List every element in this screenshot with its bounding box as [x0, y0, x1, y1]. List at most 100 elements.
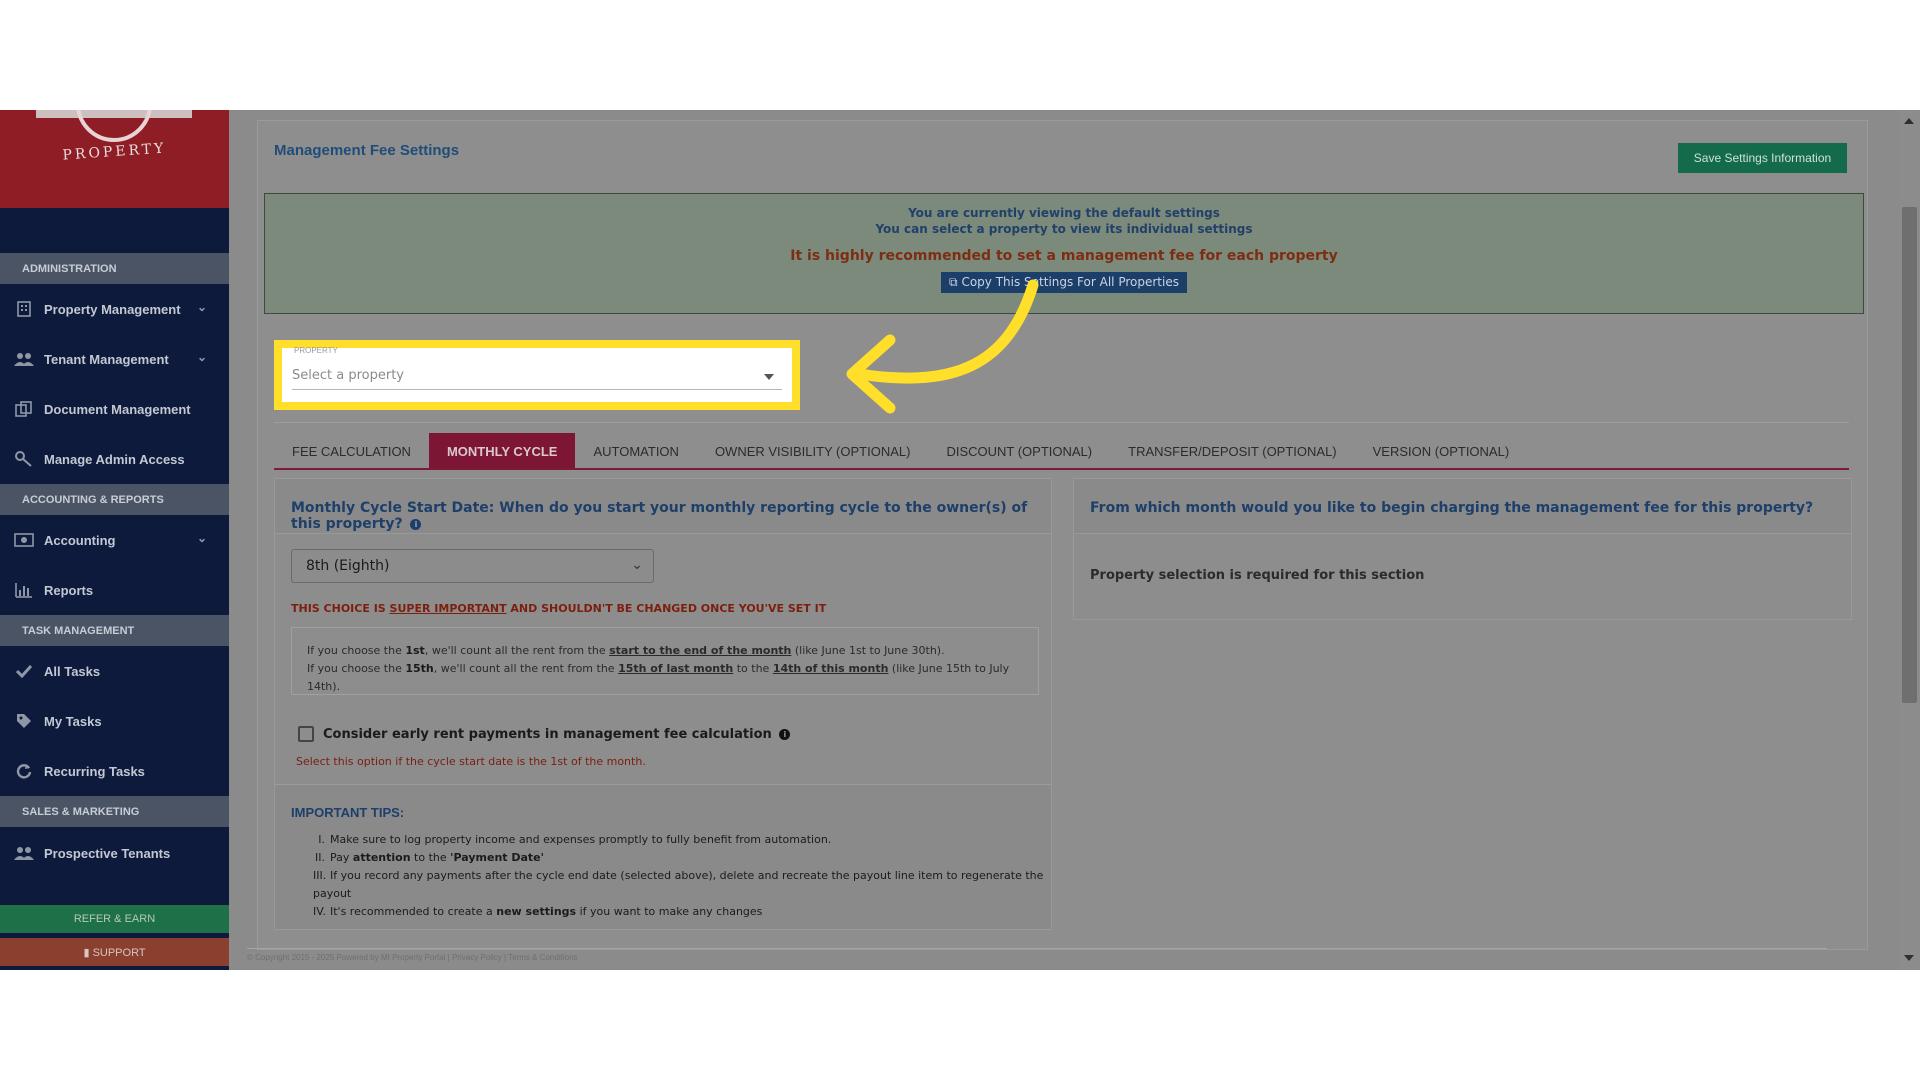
section-accounting-reports: ACCOUNTING & REPORTS [0, 484, 229, 515]
property-select-highlight: PROPERTY Select a property [274, 340, 800, 410]
notice-recommendation: It is highly recommended to set a manage… [790, 248, 1338, 264]
tip-text: if you want to make any changes [576, 905, 763, 918]
refresh-icon [14, 762, 34, 780]
tab-discount[interactable]: DISCOUNT (OPTIONAL) [928, 433, 1110, 468]
explanation-line-2: If you choose the 15th, we'll count all … [307, 660, 1038, 696]
early-payments-option: Consider early rent payments in manageme… [298, 726, 791, 742]
tab-transfer-deposit[interactable]: TRANSFER/DEPOSIT (OPTIONAL) [1110, 433, 1355, 468]
text-bold: 15th [405, 662, 434, 675]
text-bold: 1st [405, 644, 425, 657]
sidebar-item-label: Tenant Management [44, 351, 169, 367]
sidebar-item-manage-admin-access[interactable]: Manage Admin Access [0, 434, 229, 484]
tab-monthly-cycle[interactable]: MONTHLY CYCLE [428, 433, 576, 468]
property-select-container: PROPERTY Select a property [282, 346, 792, 402]
scroll-down-arrow-icon[interactable] [1904, 955, 1914, 961]
users-icon [14, 844, 34, 862]
cycle-start-select[interactable]: 8th (Eighth) ⌄ [291, 549, 654, 583]
tab-fee-calculation[interactable]: FEE CALCULATION [274, 433, 429, 468]
sidebar-item-label: Property Management [44, 301, 181, 317]
sidebar-item-label: Reports [44, 582, 94, 598]
check-icon [14, 662, 34, 680]
tip-number: I. [318, 833, 325, 846]
property-select-placeholder: Select a property [292, 368, 404, 383]
scroll-thumb[interactable] [1902, 207, 1917, 703]
tag-icon [14, 712, 34, 730]
monthly-cycle-question-text: Monthly Cycle Start Date: When do you st… [291, 500, 1028, 532]
tip-number: III. [313, 869, 327, 882]
page-title: Management Fee Settings [274, 142, 460, 159]
tip-text-bold: attention [352, 851, 411, 864]
sidebar: PROPERTY ADMINISTRATION Property Managem… [0, 110, 229, 970]
info-icon[interactable]: i [410, 518, 422, 530]
tips-list: I. Make sure to log property income and e… [313, 831, 1051, 921]
app-window: PROPERTY ADMINISTRATION Property Managem… [0, 110, 1920, 970]
sidebar-item-all-tasks[interactable]: All Tasks [0, 646, 229, 696]
tip-text-bold: 'Payment Date' [450, 851, 545, 864]
chevron-down-icon: ⌄ [196, 350, 207, 364]
early-payments-checkbox[interactable] [298, 726, 314, 742]
tab-automation[interactable]: AUTOMATION [575, 433, 696, 468]
property-select-label: PROPERTY [294, 346, 338, 355]
footer-divider [247, 948, 1827, 949]
refer-and-earn-button[interactable]: REFER & EARN [0, 905, 229, 933]
monthly-cycle-card: Monthly Cycle Start Date: When do you st… [274, 478, 1052, 930]
sidebar-item-property-management[interactable]: Property Management ⌄ [0, 284, 229, 334]
tip-item: IV. It's recommended to create a new sett… [313, 903, 1051, 921]
caret-down-icon [764, 374, 774, 380]
text-underlined: 15th of last month [618, 662, 734, 675]
sidebar-item-my-tasks[interactable]: My Tasks [0, 696, 229, 746]
section-task-management: TASK MANAGEMENT [0, 615, 229, 646]
bar-chart-icon [14, 581, 34, 599]
copy-settings-button[interactable]: ⧉ Copy This Settings For All Properties [941, 272, 1187, 293]
notice-line-select: You can select a property to view its in… [875, 222, 1253, 236]
copy-settings-label: Copy This Settings For All Properties [961, 275, 1179, 289]
sidebar-item-document-management[interactable]: Document Management [0, 384, 229, 434]
sidebar-item-tenant-management[interactable]: Tenant Management ⌄ [0, 334, 229, 384]
section-administration: ADMINISTRATION [0, 253, 229, 284]
main-content: Management Fee Settings Save Settings In… [229, 110, 1899, 970]
property-select[interactable]: Select a property [292, 360, 782, 390]
sidebar-item-accounting[interactable]: Accounting ⌄ [0, 515, 229, 565]
text: , we'll count all the rent from the [433, 662, 619, 675]
copy-icon: ⧉ [949, 275, 958, 289]
users-icon [14, 350, 34, 368]
sidebar-item-reports[interactable]: Reports [0, 565, 229, 615]
fee-start-month-card: From which month would you like to begin… [1073, 478, 1852, 620]
support-label: SUPPORT [92, 947, 146, 959]
text: , we'll count all the rent from the [424, 644, 610, 657]
divider [274, 422, 1849, 423]
logo[interactable]: PROPERTY [0, 110, 229, 208]
sidebar-item-prospective-tenants[interactable]: Prospective Tenants [0, 827, 229, 865]
sidebar-item-label: Accounting [44, 532, 116, 548]
key-icon [14, 450, 34, 468]
tip-text: Make sure to log property income and exp… [330, 833, 832, 846]
tip-text: to the [410, 851, 451, 864]
sidebar-item-label: All Tasks [44, 663, 101, 679]
sidebar-item-label: Recurring Tasks [44, 763, 145, 779]
tab-version[interactable]: VERSION (OPTIONAL) [1355, 433, 1528, 468]
scrollbar[interactable] [1899, 110, 1920, 970]
warning-emphasis: SUPER IMPORTANT [389, 602, 507, 615]
info-icon[interactable]: i [779, 728, 791, 740]
settings-tabs: FEE CALCULATION MONTHLY CYCLE AUTOMATION… [274, 433, 1849, 470]
save-settings-button[interactable]: Save Settings Information [1678, 143, 1847, 173]
scroll-up-arrow-icon[interactable] [1904, 118, 1914, 124]
building-icon [14, 300, 34, 318]
book-icon: ▮ [83, 947, 90, 959]
tab-owner-visibility[interactable]: OWNER VISIBILITY (OPTIONAL) [697, 433, 929, 468]
important-tips: IMPORTANT TIPS: I. Make sure to log prope… [275, 784, 1051, 929]
sidebar-item-label: Manage Admin Access [44, 451, 185, 467]
support-button[interactable]: ▮ SUPPORT [0, 938, 229, 966]
tip-text-bold: new settings [496, 905, 577, 918]
money-icon [14, 531, 34, 549]
chevron-down-icon: ⌄ [631, 557, 643, 573]
chevron-down-icon: ⌄ [196, 300, 207, 314]
early-payments-label-text: Consider early rent payments in manageme… [323, 726, 772, 742]
text-underlined: 14th of this month [772, 662, 889, 675]
sidebar-item-label: Prospective Tenants [44, 845, 171, 861]
sidebar-item-recurring-tasks[interactable]: Recurring Tasks [0, 746, 229, 796]
text: If you choose the [307, 644, 406, 657]
text: If you choose the [307, 662, 406, 675]
notice-line-default: You are currently viewing the default se… [908, 206, 1220, 220]
text-underlined: start to the end of the month [609, 644, 792, 657]
